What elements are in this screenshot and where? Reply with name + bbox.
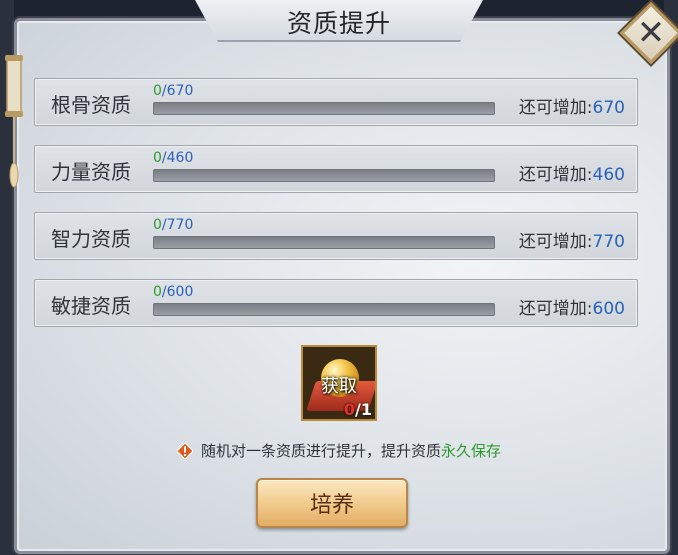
attribute-remaining: 还可增加:600 (519, 294, 625, 319)
attribute-progress-bar (153, 303, 495, 316)
attribute-progress-bar (153, 169, 495, 182)
attribute-label: 力量资质 (51, 160, 131, 184)
attribute-value: 0/770 (153, 217, 193, 233)
attribute-current: 0 (153, 150, 162, 166)
item-count: 0/1 (344, 400, 372, 419)
attribute-remaining: 还可增加:770 (519, 227, 625, 252)
attribute-value: 0/670 (153, 83, 193, 99)
dialog-title: 资质提升 (286, 9, 391, 38)
attribute-current: 0 (153, 83, 162, 99)
attribute-current: 0 (153, 217, 162, 233)
attribute-remaining: 还可增加:670 (519, 93, 625, 118)
remaining-label: 还可增加: (518, 299, 593, 319)
attribute-value: 0/600 (153, 284, 193, 300)
attribute-max: 460 (166, 150, 194, 166)
attribute-progress-bar (153, 236, 495, 249)
warning-diamond-icon (176, 443, 193, 459)
remaining-value: 600 (592, 299, 625, 319)
attribute-progress-bar (153, 102, 495, 115)
hint-main-text: 随机对一条资质进行提升，提升资质 (200, 442, 441, 460)
attribute-label: 根骨资质 (51, 93, 131, 117)
remaining-label: 还可增加: (518, 165, 593, 185)
attribute-max: 600 (166, 284, 194, 300)
item-get-label: 获取 (321, 376, 357, 397)
item-owned: 0 (343, 400, 356, 419)
remaining-value: 460 (592, 165, 625, 185)
attribute-max: 770 (166, 217, 194, 233)
close-button[interactable]: ✕ (619, 1, 678, 65)
remaining-value: 670 (592, 98, 625, 118)
attribute-label: 智力资质 (51, 227, 131, 251)
remaining-value: 770 (592, 232, 625, 252)
hint-emphasis: 永久保存 (441, 442, 502, 460)
close-icon: ✕ (636, 13, 666, 53)
attribute-current: 0 (153, 284, 162, 300)
item-required: 1 (360, 400, 372, 419)
attribute-row-agility: 敏捷资质 0/600 还可增加:600 (34, 279, 638, 327)
scroll-ornament-icon (5, 55, 23, 188)
upgrade-item-slot[interactable]: 获取 0/1 (301, 345, 377, 421)
attribute-row-constitution: 根骨资质 0/670 还可增加:670 (34, 78, 638, 126)
attribute-remaining: 还可增加:460 (519, 160, 625, 185)
attribute-row-intelligence: 智力资质 0/770 还可增加:770 (34, 212, 638, 260)
remaining-label: 还可增加: (518, 98, 593, 118)
attribute-label: 敏捷资质 (51, 294, 131, 318)
attribute-row-strength: 力量资质 0/460 还可增加:460 (34, 145, 638, 193)
remaining-label: 还可增加: (518, 232, 593, 252)
train-button[interactable]: 培养 (256, 478, 408, 528)
attribute-value: 0/460 (153, 150, 193, 166)
hint-text: 随机对一条资质进行提升，提升资质永久保存 (0, 440, 678, 461)
attribute-max: 670 (166, 83, 194, 99)
